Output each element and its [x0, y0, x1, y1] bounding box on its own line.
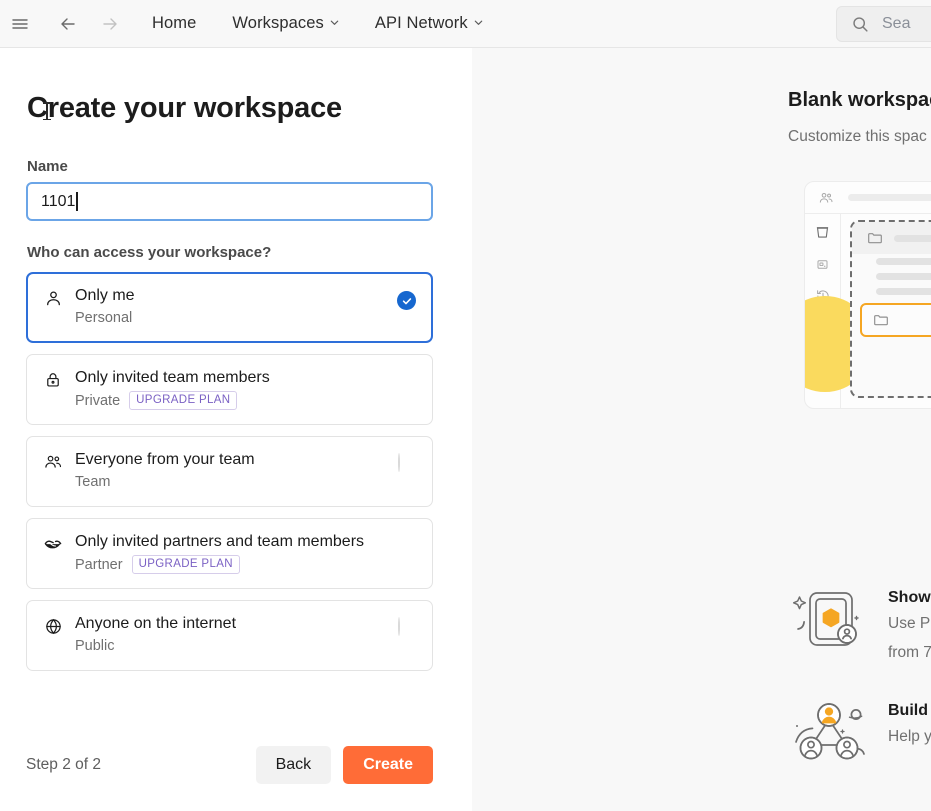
- top-navigation-bar: Home Workspaces API Network Sea: [0, 0, 931, 48]
- handshake-icon: [43, 533, 63, 555]
- chevron-down-icon: [329, 14, 340, 33]
- chevron-down-icon: [473, 14, 484, 33]
- form-footer: Step 2 of 2 Back Create: [26, 740, 433, 790]
- mock-topbar: [805, 182, 931, 214]
- footer-button-group: Back Create: [255, 746, 433, 784]
- showcase-api-illustration: [788, 585, 870, 657]
- nav-item-workspaces-label: Workspaces: [232, 14, 324, 32]
- person-icon: [43, 287, 63, 309]
- lock-icon: [43, 369, 63, 391]
- nav-item-api-network[interactable]: API Network: [371, 9, 488, 39]
- access-option-public[interactable]: Anyone on the internet Public: [26, 600, 433, 671]
- folder-icon: [872, 311, 890, 329]
- access-option-title: Only me: [75, 287, 135, 304]
- workspace-name-input[interactable]: 1101: [26, 182, 433, 221]
- mock-line-group: [852, 254, 931, 295]
- nav-item-home-label: Home: [152, 14, 197, 32]
- upgrade-plan-badge[interactable]: UPGRADE PLAN: [129, 391, 238, 410]
- access-level-label: Who can access your workspace?: [27, 244, 272, 261]
- mock-canvas-dashed-area: [850, 220, 931, 398]
- nav-item-workspaces[interactable]: Workspaces: [228, 9, 343, 39]
- feature-copy: Build Help y: [888, 698, 931, 749]
- access-option-subtitle: Personal: [75, 310, 133, 326]
- feature-copy: Show Use P from 7: [888, 585, 931, 665]
- check-icon: [397, 291, 416, 310]
- back-button[interactable]: Back: [255, 746, 332, 784]
- feature-description-line-2: from 7: [888, 644, 931, 661]
- access-option-title: Everyone from your team: [75, 451, 255, 468]
- mock-placeholder-bar: [876, 288, 931, 295]
- globe-icon: [43, 615, 63, 637]
- access-option-only-me[interactable]: Only me Personal: [26, 272, 433, 343]
- nav-item-home[interactable]: Home: [148, 9, 200, 39]
- collections-icon: [814, 224, 831, 241]
- access-option-title: Only invited partners and team members: [75, 533, 365, 550]
- nav-item-api-network-label: API Network: [374, 14, 468, 32]
- arrow-left-icon[interactable]: [52, 8, 84, 40]
- feature-build-team: Build Help y: [788, 698, 931, 770]
- access-option-subtitle: Public: [75, 638, 115, 654]
- access-option-subtitle: Team: [75, 474, 111, 490]
- arrow-right-icon[interactable]: [94, 8, 126, 40]
- hamburger-icon[interactable]: [4, 8, 36, 40]
- create-workspace-form-pane: Create your workspace Name 1101 Who can …: [0, 48, 472, 811]
- preview-subtitle: Customize this spac: [788, 128, 927, 145]
- feature-title: Build: [888, 702, 928, 719]
- feature-description-line-1: Help y: [888, 728, 931, 745]
- access-option-team[interactable]: Everyone from your team Team: [26, 436, 433, 507]
- preview-title: Blank workspac: [788, 89, 931, 111]
- mock-placeholder-bar: [848, 194, 931, 201]
- people-icon: [43, 451, 63, 473]
- access-option-private[interactable]: Only invited team members Private UPGRAD…: [26, 354, 433, 425]
- access-option-subtitle: Partner: [75, 556, 123, 573]
- access-option-subtitle: Private: [75, 392, 121, 409]
- mock-placeholder-bar: [876, 273, 931, 280]
- upgrade-plan-badge[interactable]: UPGRADE PLAN: [131, 555, 240, 574]
- mock-placeholder-bar: [894, 234, 931, 242]
- search-input[interactable]: Sea: [836, 6, 931, 42]
- create-button[interactable]: Create: [343, 746, 433, 784]
- feature-title: Show: [888, 589, 931, 606]
- access-level-option-list: Only me Personal Only invited team membe…: [26, 272, 433, 682]
- page-title: Create your workspace: [27, 92, 342, 124]
- environments-icon: [815, 257, 830, 272]
- folder-icon: [866, 229, 884, 247]
- mock-placeholder-bar: [876, 258, 931, 265]
- access-option-title: Only invited team members: [75, 369, 270, 386]
- workspace-preview-pane: Blank workspac Customize this spac Show …: [472, 48, 931, 811]
- radio-unselected-indicator[interactable]: [398, 617, 416, 636]
- feature-description-line-1: Use P: [888, 615, 931, 632]
- search-icon: [851, 15, 870, 34]
- radio-unselected-indicator[interactable]: [398, 453, 416, 472]
- mock-folder-row: [852, 222, 931, 254]
- people-icon: [818, 190, 834, 206]
- radio-selected-indicator[interactable]: [397, 291, 416, 310]
- name-field-label: Name: [27, 158, 68, 175]
- build-team-illustration: [788, 698, 870, 770]
- step-indicator: Step 2 of 2: [26, 756, 101, 773]
- text-cursor-pointer: [43, 102, 51, 120]
- radio-circle-icon: [398, 617, 400, 636]
- radio-circle-icon: [398, 453, 400, 472]
- access-option-partner[interactable]: Only invited partners and team members P…: [26, 518, 433, 589]
- blank-workspace-illustration: [804, 181, 931, 409]
- mock-selected-folder-row: [860, 303, 931, 337]
- text-caret: [76, 192, 78, 211]
- access-option-title: Anyone on the internet: [75, 615, 237, 632]
- workspace-name-value: 1101: [41, 192, 76, 210]
- feature-showcase-apis: Show Use P from 7: [788, 585, 931, 665]
- search-placeholder: Sea: [882, 15, 911, 32]
